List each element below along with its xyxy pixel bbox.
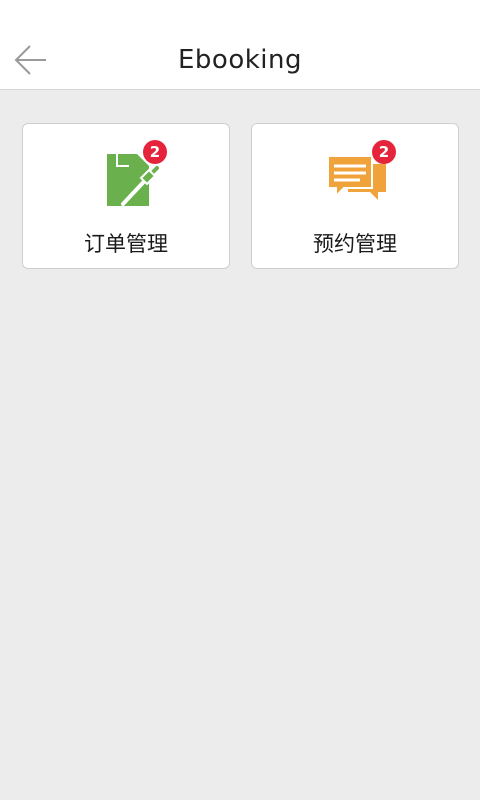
app-header: Ebooking — [0, 0, 480, 90]
reservation-management-tile[interactable]: 2 预约管理 — [251, 123, 459, 269]
tile-label: 订单管理 — [84, 232, 168, 256]
notification-badge: 2 — [143, 140, 167, 164]
tile-label: 预约管理 — [313, 232, 397, 256]
order-management-tile[interactable]: 2 订单管理 — [22, 123, 230, 269]
page-title: Ebooking — [177, 45, 302, 75]
notification-badge: 2 — [372, 140, 396, 164]
